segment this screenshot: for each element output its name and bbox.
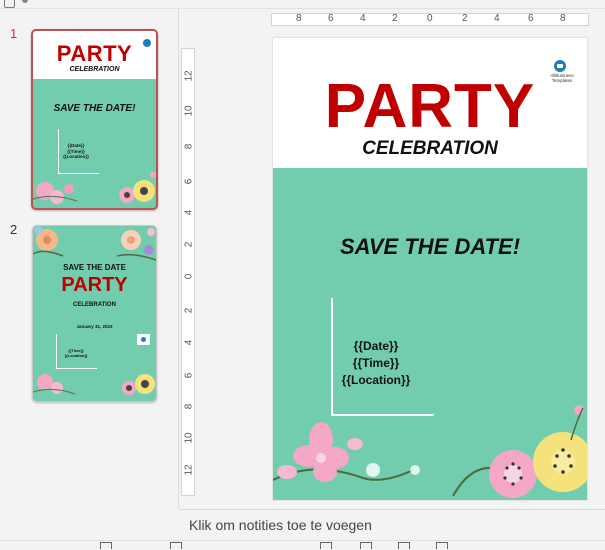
notes-pane[interactable]: Klik om notities toe te voegen — [179, 509, 605, 541]
ruler-label: 8 — [183, 143, 195, 150]
ruler-label: 2 — [183, 241, 195, 248]
flower-decoration-icon — [33, 374, 155, 395]
save-icon[interactable] — [4, 0, 15, 8]
ruler-label: 6 — [328, 13, 334, 24]
ribbon-strip — [0, 0, 605, 9]
flower-decoration-icon — [33, 172, 156, 204]
slide-thumbnail-pane[interactable]: 1 PARTY CELEBRATION SAVE THE DATE! {{Dat… — [0, 9, 179, 509]
placeholder-location: {{Location}} — [341, 373, 411, 387]
slide-thumbnail-2[interactable]: SAVE THE DATE PARTY CELEBRATION January … — [32, 225, 157, 402]
ruler-label: 4 — [494, 13, 500, 24]
logo-icon — [554, 60, 566, 72]
main-slide[interactable]: AllBusiness Templates PARTY CELEBRATION … — [273, 38, 587, 500]
ruler-label: 10 — [183, 105, 195, 117]
ruler-label: 12 — [183, 70, 195, 82]
thumbnail-title: PARTY — [56, 41, 133, 66]
reading-view-icon[interactable] — [398, 542, 410, 549]
frame-line-vertical — [331, 298, 333, 416]
slideshow-icon[interactable] — [436, 542, 448, 549]
placeholder-location: {{Location}} — [63, 154, 89, 159]
thumbnail-subtitle: CELEBRATION — [73, 302, 116, 308]
logo-icon — [137, 334, 150, 345]
menu-icon[interactable] — [22, 0, 28, 3]
ruler-label: 0 — [427, 13, 433, 24]
slide-number: 2 — [10, 222, 18, 237]
notes-placeholder: Klik om notities toe te voegen — [189, 517, 372, 533]
ruler-label: 10 — [183, 432, 195, 444]
slide-number: 1 — [10, 26, 18, 41]
logo-icon — [143, 39, 151, 47]
flower-decoration-icon — [33, 226, 156, 261]
accessibility-icon[interactable] — [100, 542, 112, 549]
slide-title[interactable]: PARTY — [273, 72, 587, 142]
ruler-label: 12 — [183, 464, 195, 476]
horizontal-ruler[interactable]: 8 6 4 2 0 2 4 6 8 — [271, 13, 589, 26]
placeholder-date: {{Date}} — [353, 339, 399, 353]
thumbnail-heading: SAVE THE DATE! — [53, 103, 136, 114]
thumbnail-title: PARTY — [61, 274, 128, 296]
vertical-ruler[interactable]: 12 10 8 6 4 2 0 2 4 6 8 10 12 — [181, 48, 195, 496]
thumbnail-heading: SAVE THE DATE — [63, 263, 126, 272]
placeholder-location: {{Location}} — [64, 353, 88, 358]
ruler-label: 8 — [560, 13, 566, 24]
thumbnail-placeholders: {{Date}} {{Time}} {{Location}} — [61, 143, 91, 160]
ruler-label: 2 — [462, 13, 468, 24]
placeholder-time: {{Time}} — [352, 356, 400, 370]
ruler-label: 6 — [183, 178, 195, 185]
flower-decoration-icon — [273, 405, 587, 498]
normal-view-icon[interactable] — [320, 542, 332, 549]
slide-thumbnail-1[interactable]: PARTY CELEBRATION SAVE THE DATE! {{Date}… — [31, 29, 158, 210]
ruler-label: 2 — [183, 307, 195, 314]
thumbnail-date: January 31, 2023 — [76, 324, 113, 329]
placeholder-textbox[interactable]: {{Date}} {{Time}} {{Location}} — [339, 338, 413, 389]
ruler-label: 6 — [528, 13, 534, 24]
ruler-label: 4 — [183, 209, 195, 216]
ruler-label: 4 — [183, 339, 195, 346]
slide-heading[interactable]: SAVE THE DATE! — [273, 234, 587, 260]
ruler-label: 8 — [183, 403, 195, 410]
thumbnail-subtitle: CELEBRATION — [69, 66, 120, 73]
thumbnail-placeholders: {{Time}} {{Location}} — [61, 348, 91, 358]
ruler-label: 8 — [296, 13, 302, 24]
ruler-label: 0 — [183, 273, 195, 280]
notes-icon[interactable] — [170, 542, 182, 549]
ruler-label: 6 — [183, 372, 195, 379]
slide-sorter-icon[interactable] — [360, 542, 372, 549]
ruler-label: 2 — [392, 13, 398, 24]
ruler-label: 4 — [360, 13, 366, 24]
slide-subtitle[interactable]: CELEBRATION — [273, 138, 587, 160]
